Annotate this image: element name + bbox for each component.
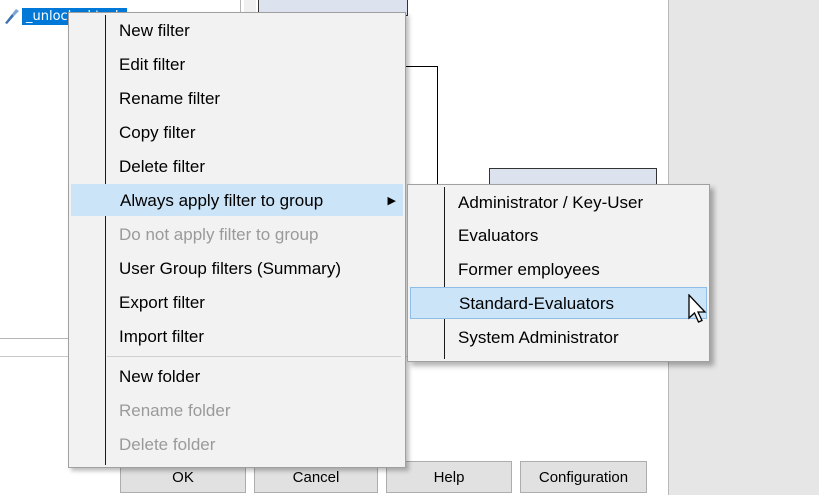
menu-item-do-not-apply-filter[interactable]: Do not apply filter to group — [71, 219, 403, 251]
submenu-item-system-administrator[interactable]: System Administrator — [410, 322, 707, 354]
group-submenu: Administrator / Key-User Evaluators Form… — [407, 184, 710, 362]
mouse-cursor-icon — [688, 294, 707, 323]
menu-item-delete-folder[interactable]: Delete folder — [71, 429, 403, 461]
submenu-item-evaluators[interactable]: Evaluators — [410, 220, 707, 252]
menu-item-new-folder[interactable]: New folder — [71, 361, 403, 393]
submenu-arrow-icon: ▶ — [387, 195, 396, 207]
menu-item-rename-folder[interactable]: Rename folder — [71, 395, 403, 427]
diagram-connector — [406, 66, 438, 67]
submenu-item-former-employees[interactable]: Former employees — [410, 254, 707, 286]
menu-item-copy-filter[interactable]: Copy filter — [71, 117, 403, 149]
menu-item-user-group-filters[interactable]: User Group filters (Summary) — [71, 253, 403, 285]
configuration-button[interactable]: Configuration — [520, 461, 647, 493]
diagram-connector — [437, 66, 438, 186]
menu-item-label: Always apply filter to group — [120, 191, 324, 210]
menu-separator — [107, 356, 401, 357]
menu-item-import-filter[interactable]: Import filter — [71, 321, 403, 353]
menu-item-export-filter[interactable]: Export filter — [71, 287, 403, 319]
submenu-item-administrator[interactable]: Administrator / Key-User — [410, 187, 707, 219]
menu-item-delete-filter[interactable]: Delete filter — [71, 151, 403, 183]
context-menu: New filter Edit filter Rename filter Cop… — [68, 12, 406, 468]
menu-item-rename-filter[interactable]: Rename filter — [71, 83, 403, 115]
menu-item-edit-filter[interactable]: Edit filter — [71, 49, 403, 81]
menu-item-always-apply-filter[interactable]: Always apply filter to group ▶ — [71, 184, 403, 216]
menu-item-new-filter[interactable]: New filter — [71, 15, 403, 47]
submenu-item-standard-evaluators[interactable]: Standard-Evaluators — [410, 287, 707, 319]
tool-icon — [2, 6, 22, 26]
